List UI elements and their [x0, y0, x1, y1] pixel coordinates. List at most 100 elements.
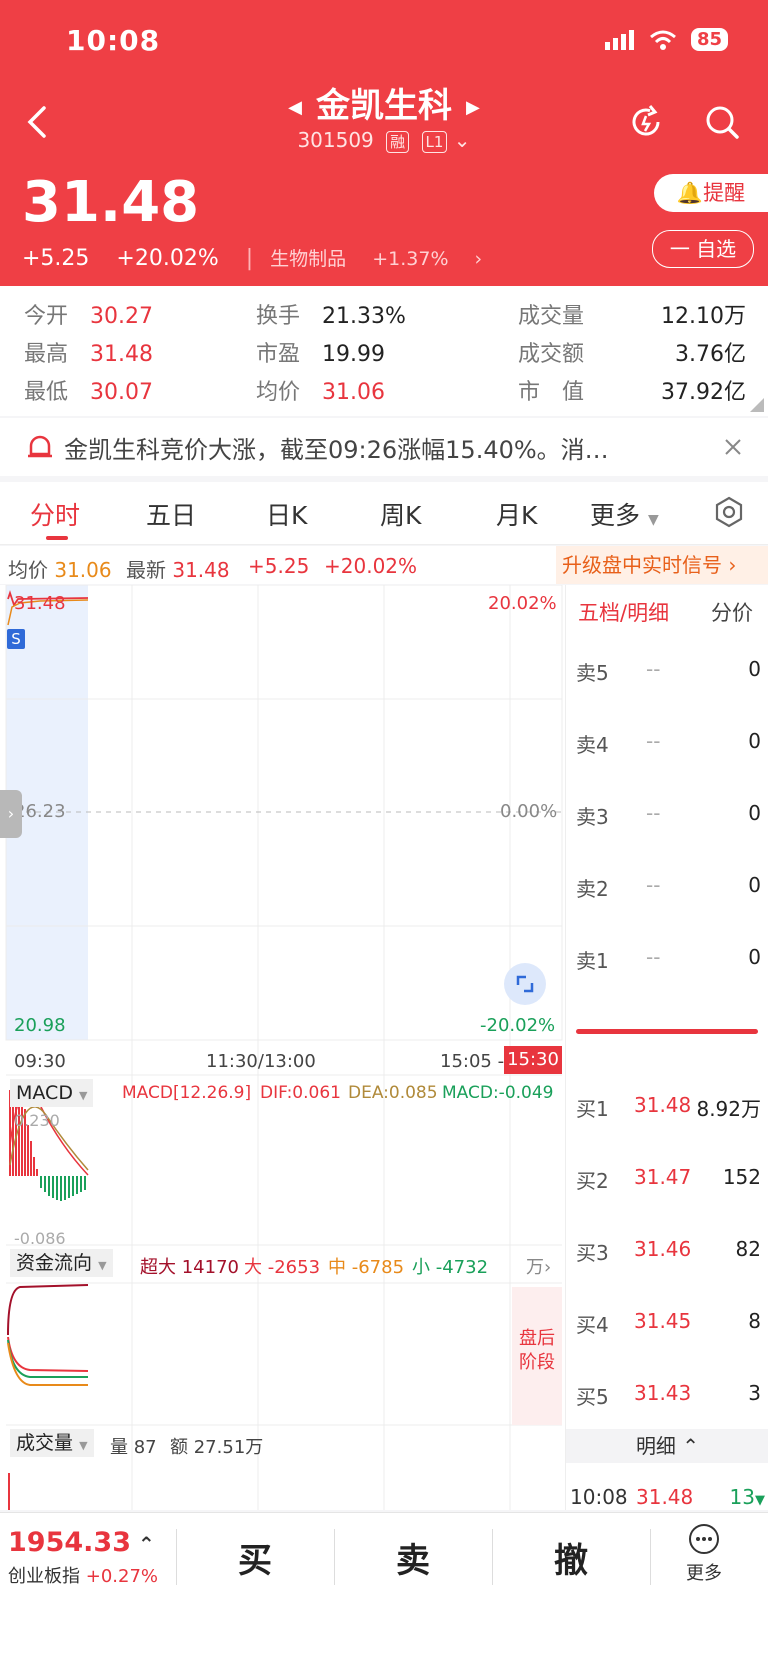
stock-code: 301509: [297, 128, 374, 152]
sector-link[interactable]: 生物制品 +1.37% ›: [270, 248, 482, 270]
sell-button[interactable]: 卖: [396, 1533, 430, 1582]
volume-selector[interactable]: 成交量 ▼: [10, 1429, 94, 1457]
caret-down-icon: ▼: [647, 512, 659, 528]
sell-marker[interactable]: S: [7, 629, 25, 649]
next-stock-icon[interactable]: ▶: [466, 97, 480, 118]
ask-row: 卖2 -- 0: [576, 873, 761, 901]
index-value: 1954.33: [8, 1527, 131, 1558]
sector-pct: +1.37%: [372, 248, 449, 270]
upgrade-signal-link[interactable]: 升级盘中实时信号 ›: [556, 546, 768, 584]
price-change: +5.25: [22, 246, 90, 271]
status-icons: 85: [604, 28, 728, 51]
wifi-icon: [649, 30, 676, 50]
more-button[interactable]: 更多: [686, 1523, 722, 1585]
bid-ask-ratio-bar: [576, 1029, 758, 1034]
bid-row: 买3 31.46 82: [576, 1237, 761, 1265]
ask-row: 卖4 -- 0: [576, 729, 761, 757]
tab-daily-k[interactable]: 日K: [266, 496, 307, 532]
macd-params: MACD[12.26.9]: [122, 1083, 252, 1103]
price-change-row: +5.25 +20.02% | 生物制品 +1.37% ›: [22, 246, 483, 271]
alarm-icon: [28, 435, 52, 458]
axis-price-high: 31.48: [14, 593, 66, 614]
bid-row: 买1 31.48 8.92万: [576, 1093, 761, 1121]
macd-dea: DEA:0.085: [348, 1083, 438, 1103]
ask-row: 卖1 -- 0: [576, 945, 761, 973]
caret-down-icon: ▼: [79, 1439, 88, 1452]
tab-intraday[interactable]: 分时: [30, 496, 80, 532]
axis-pct-low: -20.02%: [480, 1015, 556, 1036]
flow-unit-link[interactable]: 万›: [526, 1253, 551, 1279]
stat-market-cap: 市 值 37.92亿: [518, 380, 746, 405]
stat-turnover: 换手 21.33%: [256, 304, 406, 329]
caret-down-icon: ▼: [79, 1089, 88, 1102]
level-tag: L1: [421, 131, 448, 153]
cancel-order-button[interactable]: 撤: [554, 1533, 588, 1582]
tab-indicator: [46, 536, 68, 540]
settings-icon[interactable]: [713, 496, 745, 528]
sector-name: 生物制品: [270, 248, 347, 270]
period-tabs: 分时 五日 日K 周K 月K 更多 ▼: [0, 482, 768, 545]
stat-avg: 均价 31.06: [256, 380, 386, 405]
buy-button[interactable]: 买: [238, 1533, 272, 1582]
time-end: 15:05 -: [440, 1051, 505, 1072]
index-name: 创业板指: [8, 1566, 80, 1587]
axis-price-low: 20.98: [14, 1015, 66, 1036]
axis-pct-mid: 0.00%: [500, 801, 558, 822]
stock-name: 金凯生科: [316, 86, 452, 126]
stat-pe: 市盈 19.99: [256, 342, 386, 367]
status-time: 10:08: [66, 24, 161, 57]
detail-toggle[interactable]: 明细 ⌃: [566, 1429, 768, 1463]
fullscreen-button[interactable]: [504, 963, 546, 1005]
tab-price-distribution[interactable]: 分价: [711, 597, 753, 627]
tab-more[interactable]: 更多 ▼: [590, 496, 659, 532]
news-ticker[interactable]: 金凯生科竞价大涨，截至09:26涨幅15.40%。消…: [0, 418, 768, 476]
tab-monthly-k[interactable]: 月K: [496, 496, 537, 532]
caret-down-icon: ▼: [98, 1259, 107, 1272]
stats-panel: 今开 30.27 最高 31.48 最低 30.07 换手 21.33% 市盈 …: [0, 286, 768, 416]
flow-s: 小 -4732: [412, 1257, 489, 1278]
tab-weekly-k[interactable]: 周K: [380, 496, 421, 532]
info-change: +5.25: [248, 554, 310, 578]
ask-row: 卖3 -- 0: [576, 801, 761, 829]
refresh-icon[interactable]: [628, 104, 664, 140]
alert-button[interactable]: 🔔提醒: [654, 174, 768, 212]
latest-price: 31.48: [172, 558, 230, 582]
battery-icon: 85: [690, 28, 728, 51]
chevron-down-icon: ⌄: [453, 128, 471, 152]
intraday-chart[interactable]: 31.48 20.02% 26.23 0.00% 20.98 -20.02% S…: [0, 585, 565, 1510]
order-book: 五档/明细 分价 卖5 -- 0 卖4 -- 0 卖3 -- 0 卖2 -- 0 卖1 -- 0 买…: [565, 585, 768, 1510]
fullscreen-icon: [516, 975, 534, 993]
tab-five-day[interactable]: 五日: [146, 496, 196, 532]
index-widget[interactable]: 1954.33 ⌃ 创业板指 +0.27%: [8, 1527, 158, 1588]
macd-axis-top: 0.230: [14, 1111, 60, 1130]
macd-selector[interactable]: MACD ▼: [10, 1079, 94, 1107]
expand-side-icon[interactable]: ›: [0, 790, 22, 838]
tab-order-book[interactable]: 五档/明细: [578, 597, 669, 627]
volume-value: 量 87: [110, 1437, 157, 1458]
macd-axis-bottom: -0.086: [14, 1229, 66, 1248]
flow-l: 大 -2653: [244, 1257, 321, 1278]
info-change-pct: +20.02%: [324, 554, 418, 578]
chart-labels: 31.48 20.02% 26.23 0.00% 20.98 -20.02% S…: [0, 585, 565, 1510]
corner-expand-icon[interactable]: [750, 398, 764, 412]
down-arrow-icon: ▼: [755, 1493, 765, 1508]
search-icon[interactable]: [704, 104, 740, 140]
amount-value: 额 27.51万: [170, 1437, 264, 1458]
bid-row: 买4 31.45 8: [576, 1309, 761, 1337]
bid-row: 买5 31.43 3: [576, 1381, 761, 1409]
trade-detail-row: 10:08 31.48 13▼: [570, 1485, 765, 1509]
add-watchlist-button[interactable]: 一 自选: [652, 230, 754, 268]
close-icon[interactable]: [724, 438, 742, 456]
fund-flow-selector[interactable]: 资金流向 ▼: [10, 1249, 113, 1277]
stat-volume: 成交量 12.10万: [518, 304, 746, 329]
stat-open: 今开 30.27: [24, 304, 154, 329]
avg-price: 31.06: [54, 558, 112, 582]
time-now-badge: 15:30: [504, 1046, 562, 1074]
price-change-pct: +20.02%: [116, 246, 219, 271]
after-hours-badge: 盘后 阶段: [512, 1287, 562, 1425]
macd-dif: DIF:0.061: [260, 1083, 341, 1103]
news-text: 金凯生科竞价大涨，截至09:26涨幅15.40%。消…: [64, 436, 609, 464]
prev-stock-icon[interactable]: ◀: [288, 97, 302, 118]
volume-bar: [8, 1473, 10, 1510]
axis-pct-high: 20.02%: [488, 593, 557, 614]
